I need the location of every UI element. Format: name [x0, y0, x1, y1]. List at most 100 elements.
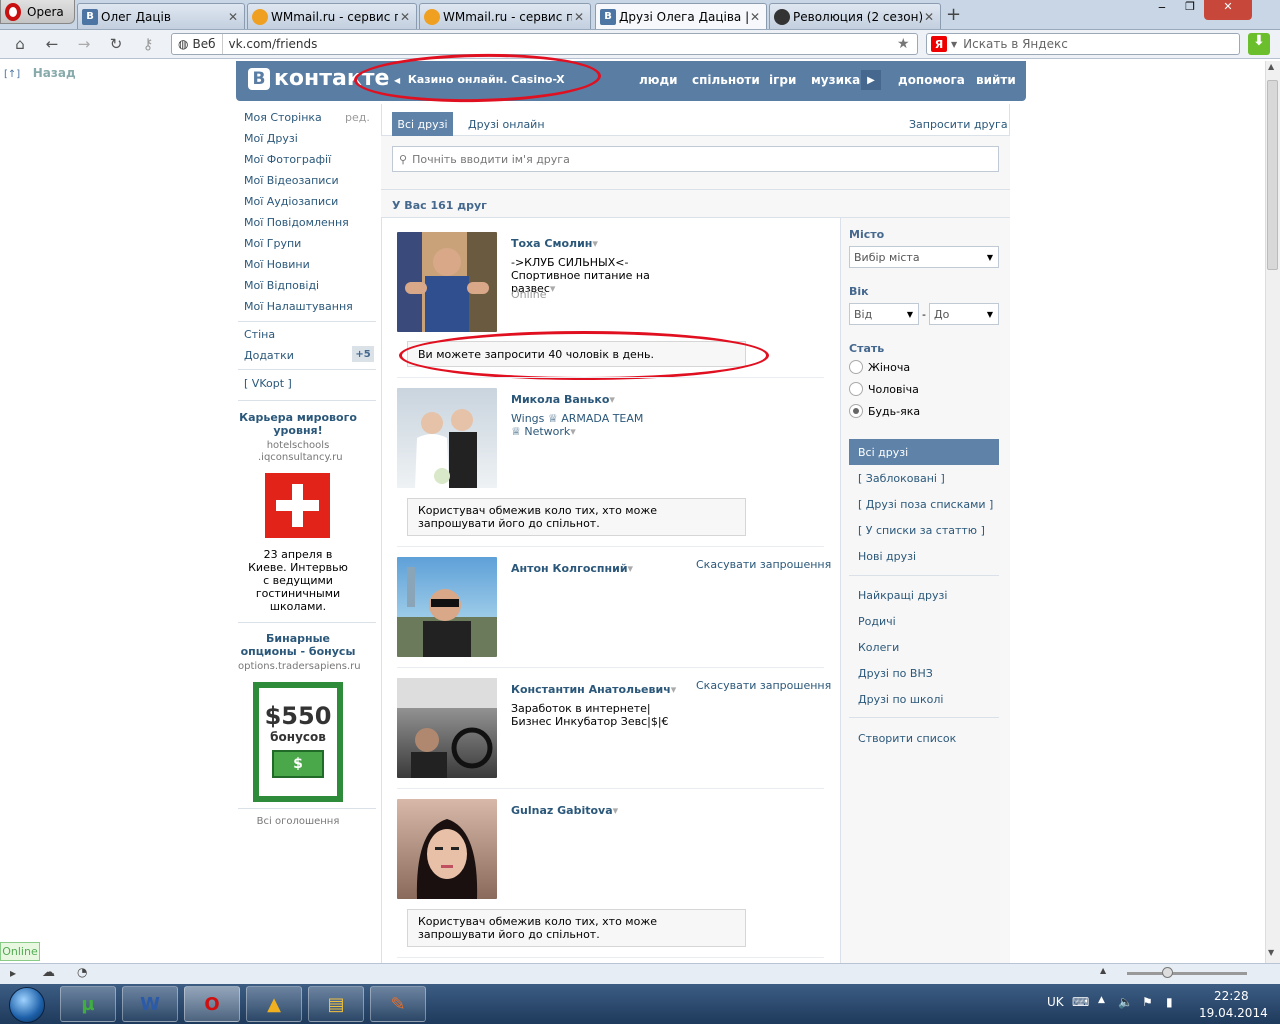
- apps-count-badge[interactable]: +5: [352, 346, 374, 362]
- create-list-link[interactable]: Створити список: [858, 732, 956, 745]
- menu-my-settings[interactable]: Мої Налаштування: [244, 300, 353, 313]
- back-link[interactable]: [↑] Назад: [4, 66, 76, 80]
- close-icon[interactable]: ✕: [748, 10, 762, 24]
- friend-menu-arrow-icon[interactable]: ▾: [609, 393, 615, 406]
- browser-tab-4-active[interactable]: BДрузі Олега Даціва | 1...✕: [595, 3, 767, 29]
- friend-name[interactable]: Микола Ванько▾: [511, 393, 615, 406]
- all-ads-link[interactable]: Всі оголошення: [238, 816, 358, 827]
- word-icon[interactable]: W: [122, 986, 178, 1022]
- opera-menu-button[interactable]: Opera: [0, 0, 75, 24]
- sex-female-label[interactable]: Жіноча: [868, 361, 910, 374]
- age-from-select[interactable]: Від ▼: [849, 303, 919, 325]
- menu-my-photos[interactable]: Мої Фотографії: [244, 153, 331, 166]
- browser-tab-2[interactable]: WMmail.ru - сервис п...✕: [247, 3, 417, 29]
- clock-date[interactable]: 19.04.2014: [1199, 1006, 1268, 1020]
- reload-icon[interactable]: ↻: [106, 34, 126, 54]
- friend-menu-arrow-icon[interactable]: ▾: [592, 237, 598, 250]
- sex-male-label[interactable]: Чоловіча: [868, 383, 919, 396]
- yandex-search[interactable]: Я ▼ Искать в Яндекс: [926, 33, 1240, 55]
- paint-icon[interactable]: ✎: [370, 986, 426, 1022]
- tab-all-friends[interactable]: Всі друзі: [392, 112, 453, 136]
- menu-wall[interactable]: Стіна: [244, 328, 275, 341]
- nav-people[interactable]: люди: [639, 73, 678, 87]
- zoom-slider-track[interactable]: [1127, 972, 1247, 975]
- back-icon[interactable]: ←: [42, 34, 62, 54]
- list-school-friends[interactable]: Друзі по школі: [858, 693, 943, 706]
- friend-name[interactable]: Тоха Смолин▾: [511, 237, 598, 250]
- action-center-icon[interactable]: ⚑: [1142, 995, 1153, 1009]
- nav-games[interactable]: ігри: [769, 73, 796, 87]
- age-to-select[interactable]: До ▼: [929, 303, 999, 325]
- sex-any-radio[interactable]: [849, 404, 863, 418]
- close-icon[interactable]: ✕: [398, 10, 412, 24]
- nav-music[interactable]: музика: [811, 73, 860, 87]
- bonus-ad-image[interactable]: $550 бонусов $: [253, 682, 343, 802]
- utorrent-icon[interactable]: µ: [60, 986, 116, 1022]
- close-window-icon[interactable]: ✕: [1204, 0, 1252, 20]
- clock-time[interactable]: 22:28: [1214, 989, 1249, 1003]
- menu-my-page[interactable]: Моя Сторінка: [244, 111, 322, 124]
- cloud-icon[interactable]: ☁: [42, 965, 55, 980]
- zoom-menu-icon[interactable]: ▲: [1100, 966, 1106, 975]
- restore-icon[interactable]: ❐: [1176, 0, 1204, 20]
- ad1-domain[interactable]: hotelschools .iqconsultancy.ru: [238, 440, 358, 464]
- list-best-friends[interactable]: Найкращі друзі: [858, 589, 947, 602]
- friend-menu-arrow-icon[interactable]: ▾: [628, 562, 634, 575]
- menu-my-messages[interactable]: Мої Повідомлення: [244, 216, 349, 229]
- keyboard-icon[interactable]: ⌨: [1072, 995, 1089, 1009]
- tab-friends-online[interactable]: Друзі онлайн: [468, 118, 545, 131]
- menu-my-answers[interactable]: Мої Відповіді: [244, 279, 319, 292]
- city-select[interactable]: Вибір міста ▼: [849, 246, 999, 268]
- friend-search-input[interactable]: ⚲ Почніть вводити ім'я друга: [392, 146, 999, 172]
- cancel-request-link[interactable]: Скасувати запрошення: [696, 679, 831, 692]
- sex-any-label[interactable]: Будь-яка: [868, 405, 920, 418]
- nav-help[interactable]: допомога: [898, 73, 965, 87]
- network-icon[interactable]: ▮: [1166, 995, 1173, 1009]
- menu-vkopt[interactable]: [ VKopt ]: [244, 377, 292, 390]
- address-bar[interactable]: ◍ Веб vk.com/friends ★: [171, 33, 918, 55]
- swiss-flag-ad-image[interactable]: [265, 473, 330, 538]
- explorer-folder-icon[interactable]: ▤: [308, 986, 364, 1022]
- list-unlisted[interactable]: [ Друзі поза списками ]: [858, 498, 993, 511]
- list-university-friends[interactable]: Друзі по ВНЗ: [858, 667, 933, 680]
- close-icon[interactable]: ✕: [572, 10, 586, 24]
- chevron-down-icon[interactable]: ▼: [951, 40, 957, 49]
- minimize-icon[interactable]: ‒: [1148, 0, 1176, 20]
- friend-name[interactable]: Константин Анатольевич▾: [511, 683, 676, 696]
- language-indicator[interactable]: UK: [1047, 995, 1064, 1009]
- friend-photo[interactable]: [397, 557, 497, 657]
- list-by-sex[interactable]: [ У списки за статтю ]: [858, 524, 985, 537]
- start-button[interactable]: [2, 986, 52, 1024]
- address-url[interactable]: vk.com/friends: [223, 37, 898, 51]
- list-new-friends[interactable]: Нові друзі: [858, 550, 916, 563]
- address-prefix[interactable]: ◍ Веб: [172, 34, 223, 54]
- friend-photo[interactable]: [397, 678, 497, 778]
- panel-toggle-icon[interactable]: ▸: [10, 966, 16, 980]
- key-icon[interactable]: ⚷: [138, 34, 158, 54]
- scroll-up-icon[interactable]: ▲: [1268, 62, 1274, 71]
- friend-menu-arrow-icon[interactable]: ▾: [671, 683, 677, 696]
- zoom-slider-handle[interactable]: [1162, 967, 1173, 978]
- close-icon[interactable]: ✕: [922, 10, 936, 24]
- nav-communities[interactable]: спільноти: [692, 73, 760, 87]
- sex-female-radio[interactable]: [849, 360, 863, 374]
- list-colleagues[interactable]: Колеги: [858, 641, 899, 654]
- home-icon[interactable]: ⌂: [10, 34, 30, 54]
- friend-name[interactable]: Gulnaz Gabitova▾: [511, 804, 618, 817]
- menu-my-audio[interactable]: Мої Аудіозаписи: [244, 195, 338, 208]
- speed-dial-icon[interactable]: ◔: [77, 965, 87, 979]
- menu-my-news[interactable]: Мої Новини: [244, 258, 310, 271]
- browser-tab-1[interactable]: B Олег Даців ✕: [77, 3, 245, 29]
- ad1-text[interactable]: 23 апреля в Киеве. Интервью с ведущими г…: [238, 548, 358, 613]
- friend-photo[interactable]: [397, 232, 497, 332]
- aimp-icon[interactable]: ▲: [246, 986, 302, 1022]
- sex-male-radio[interactable]: [849, 382, 863, 396]
- ad2-title[interactable]: Бинарные опционы - бонусы: [238, 632, 358, 658]
- cancel-request-link[interactable]: Скасувати запрошення: [696, 558, 831, 571]
- star-icon[interactable]: ★: [897, 36, 917, 52]
- menu-my-friends[interactable]: Мої Друзі: [244, 132, 298, 145]
- opera-taskbar-icon[interactable]: O: [184, 986, 240, 1022]
- friend-photo[interactable]: [397, 799, 497, 899]
- list-relatives[interactable]: Родичі: [858, 615, 896, 628]
- list-blocked[interactable]: [ Заблоковані ]: [858, 472, 945, 485]
